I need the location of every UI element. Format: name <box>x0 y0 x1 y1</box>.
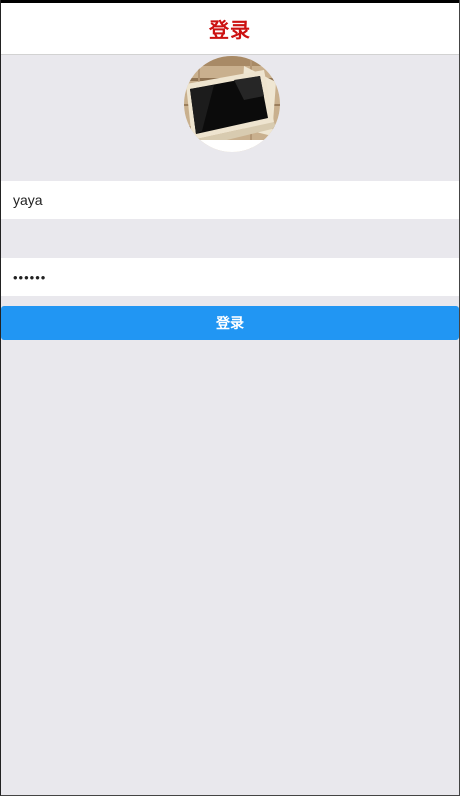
app-screen: 登录 登录 <box>0 0 460 796</box>
password-field-row[interactable] <box>1 258 459 296</box>
laptop-photo-icon <box>184 56 280 152</box>
password-input[interactable] <box>13 269 459 285</box>
avatar <box>184 56 280 152</box>
page-title: 登录 <box>209 18 251 42</box>
username-field-row[interactable] <box>1 181 459 219</box>
login-button[interactable]: 登录 <box>1 306 459 340</box>
header-bar: 登录 <box>1 3 459 55</box>
username-input[interactable] <box>13 192 459 208</box>
